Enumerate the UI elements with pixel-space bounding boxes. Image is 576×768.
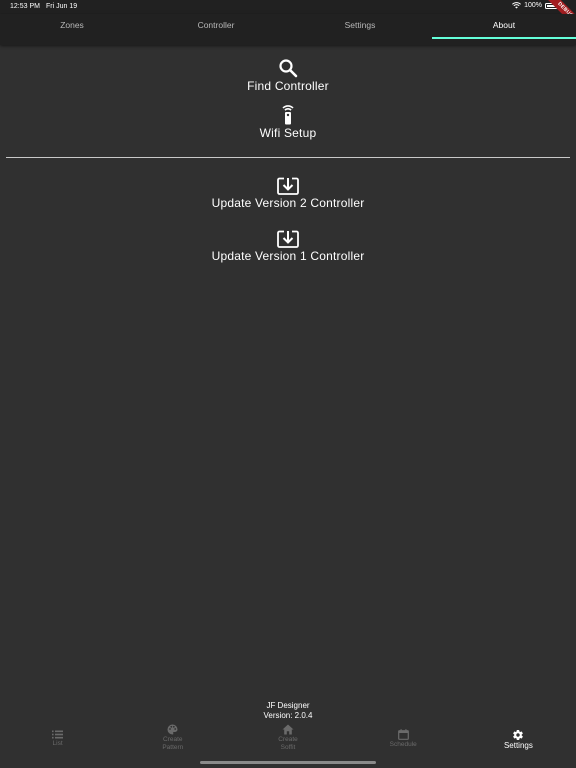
tab-settings[interactable]: Settings — [288, 14, 432, 45]
status-time: 12:53 PM — [10, 3, 40, 10]
search-icon — [279, 59, 298, 78]
update-v2-label: Update Version 2 Controller — [211, 196, 365, 210]
divider — [6, 157, 570, 158]
top-tab-bar: Zones Controller Settings About — [0, 14, 576, 45]
status-bar: 12:53 PM Fri Jun 19 100% — [0, 0, 576, 14]
tab-about[interactable]: About — [432, 14, 576, 45]
download-box-icon — [277, 177, 299, 195]
list-icon — [52, 730, 64, 739]
nav-label-create-pattern: Create Pattern — [162, 736, 184, 751]
nav-item-list[interactable]: List — [0, 720, 115, 768]
palette-icon — [167, 724, 178, 735]
app-name: JF Designer — [266, 701, 310, 710]
tab-controller[interactable]: Controller — [144, 14, 288, 45]
wifi-icon — [512, 2, 522, 9]
nav-label-schedule: Schedule — [389, 741, 417, 748]
nav-label-create-soffit: Create Soffit — [278, 736, 298, 751]
calendar-icon — [397, 729, 409, 740]
find-controller-button[interactable]: Find Controller — [0, 58, 576, 93]
update-v1-button[interactable]: Update Version 1 Controller — [0, 230, 576, 263]
find-controller-label: Find Controller — [247, 79, 329, 93]
status-date: Fri Jun 19 — [46, 3, 78, 10]
battery-percent: 100% — [524, 2, 542, 9]
update-v1-label: Update Version 1 Controller — [211, 249, 365, 263]
gear-icon — [513, 730, 524, 741]
nav-label-settings: Settings — [503, 741, 533, 750]
wifi-setup-label: Wifi Setup — [259, 126, 317, 140]
nav-item-settings[interactable]: Settings — [461, 720, 576, 768]
update-v2-button[interactable]: Update Version 2 Controller — [0, 177, 576, 210]
tab-zones[interactable]: Zones — [0, 14, 144, 45]
nav-label-list: List — [52, 740, 63, 747]
home-indicator[interactable] — [200, 761, 376, 764]
home-icon — [282, 724, 294, 735]
wifi-setup-button[interactable]: Wifi Setup — [0, 103, 576, 140]
app-info: JF Designer Version: 2.0.4 — [0, 701, 576, 721]
remote-icon — [282, 105, 294, 125]
download-box-icon — [277, 230, 299, 248]
